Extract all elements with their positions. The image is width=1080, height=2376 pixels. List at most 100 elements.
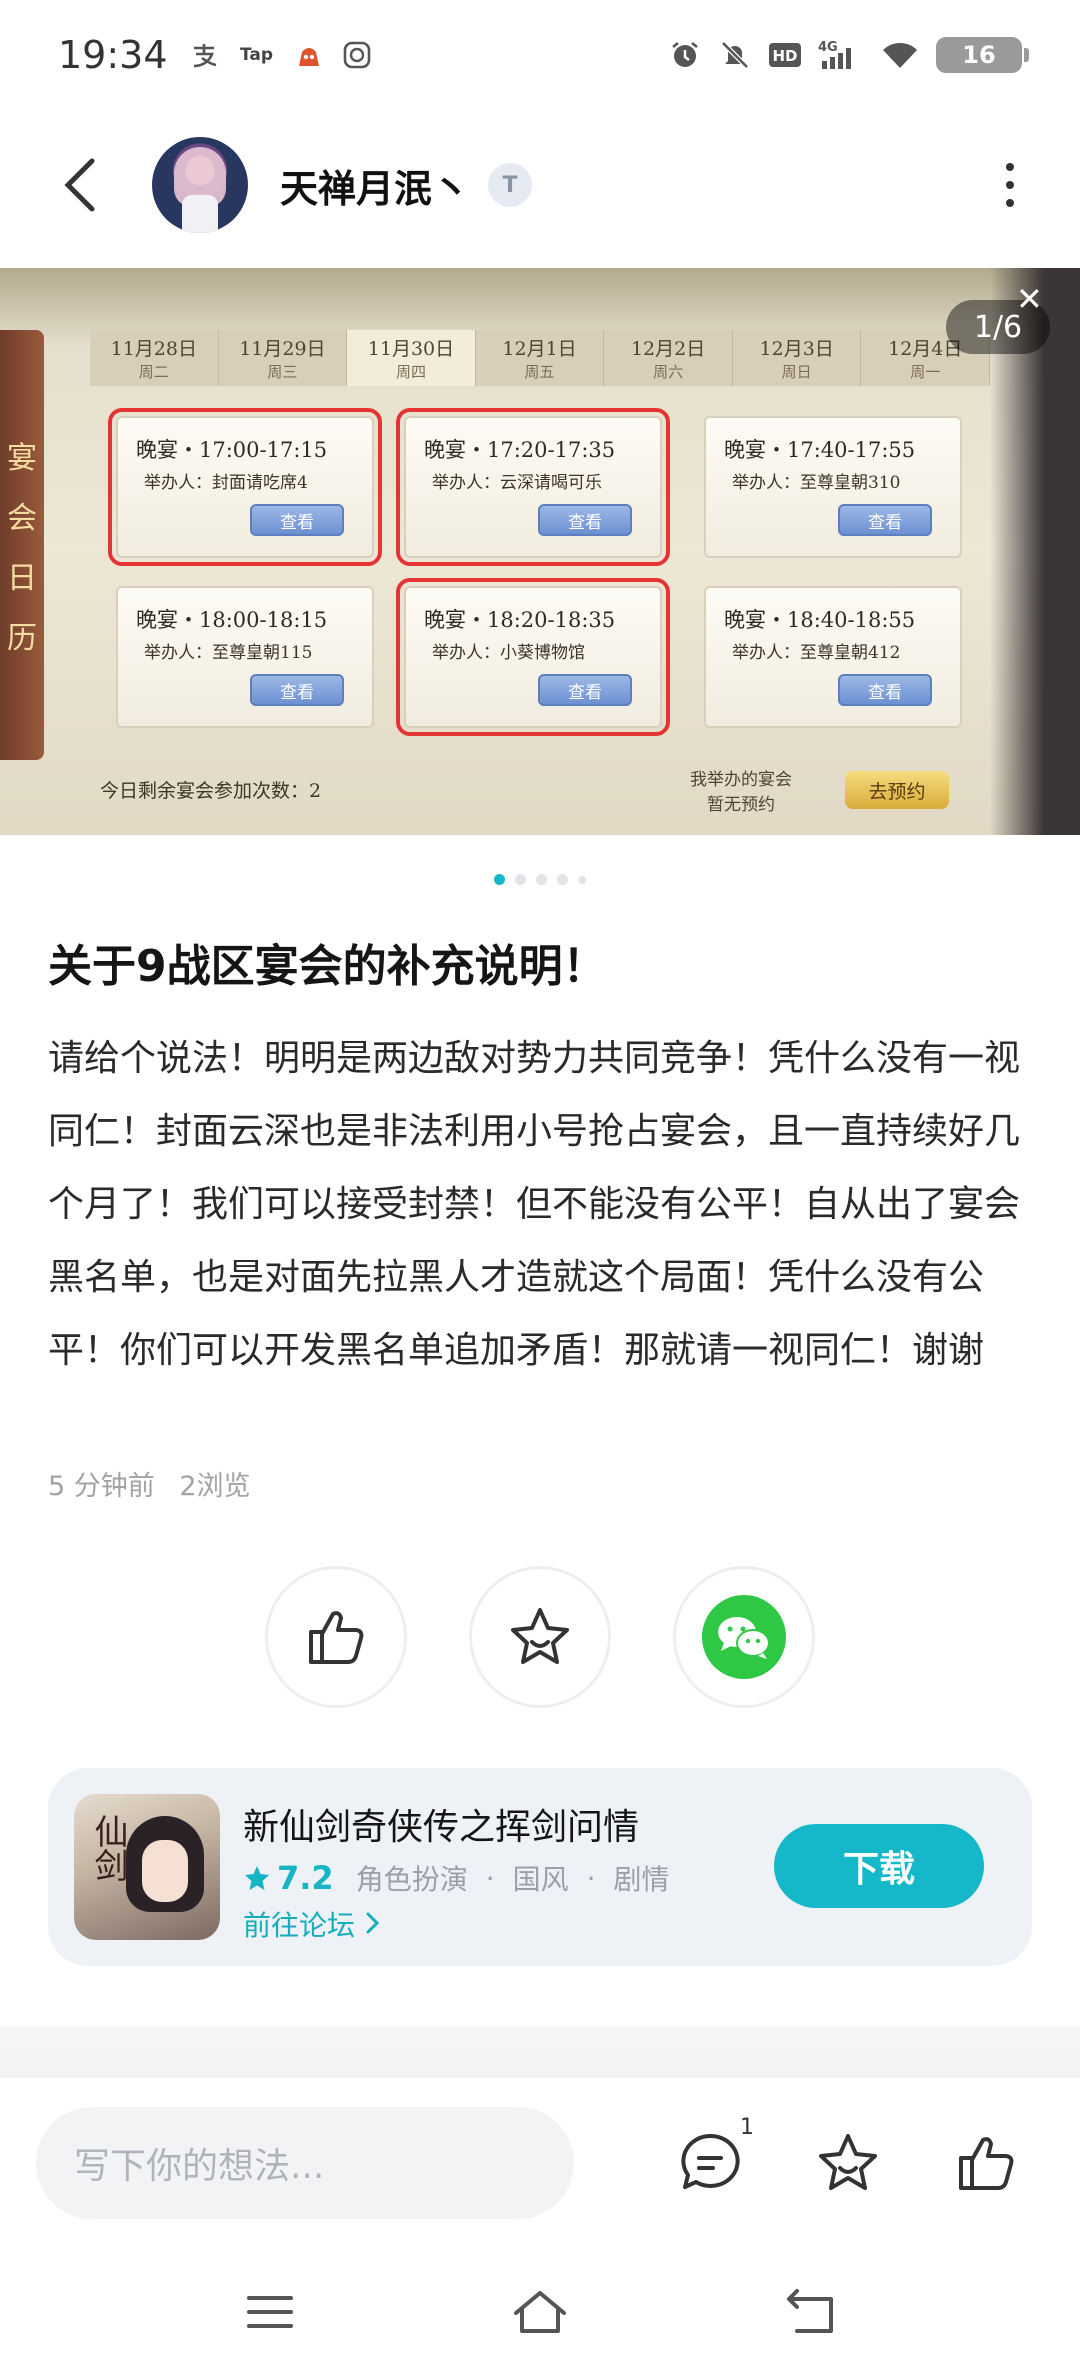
camera-icon [340, 38, 374, 72]
alarm-icon [668, 38, 702, 72]
my-feast-value: 暂无预约 [707, 795, 775, 815]
menu-icon [247, 2296, 293, 2328]
comments-button[interactable]: 1 [672, 2115, 754, 2201]
side-title-char: 宴 [7, 441, 37, 476]
section-divider [0, 2026, 1080, 2078]
game-tag: 国风 [512, 1863, 569, 1896]
feast-card: 晚宴・18:20-18:35 举办人：小葵博物馆 查看 [396, 578, 670, 736]
back-icon [787, 2289, 833, 2333]
close-icon: ✕ [1016, 280, 1043, 318]
tag-separator: · [485, 1861, 495, 1895]
more-dot-icon [1006, 181, 1014, 189]
image-carousel[interactable]: 宴 会 日 历 11月28日 周二 11月29日 周三 11月30日 周四 12月1日… [0, 268, 1080, 835]
download-button[interactable]: 下载 [774, 1824, 984, 1908]
thumbs-up-icon [309, 1611, 364, 1664]
day-date: 12月3日 [759, 338, 834, 360]
level-badge: T [488, 163, 533, 207]
feast-calendar-side-title: 宴 会 日 历 [0, 330, 44, 760]
forum-link-label: 前往论坛 [243, 1909, 364, 1942]
chevron-right-icon [366, 1912, 380, 1934]
game-icon[interactable]: 仙剑 [74, 1794, 220, 1940]
back-button[interactable] [40, 145, 120, 225]
calendar-day-selected: 11月30日周四 [347, 330, 476, 386]
day-date: 11月30日 [367, 338, 455, 360]
feast-time: 晚宴・18:20-18:35 [424, 608, 616, 632]
svg-text:HD: HD [772, 47, 797, 65]
avatar[interactable] [152, 137, 248, 233]
post-header: 天禅月泯丶 T [0, 110, 1080, 260]
more-options-button[interactable] [980, 145, 1040, 225]
post-meta: 5 分钟前 2浏览 [48, 1464, 251, 1503]
go-to-forum-link[interactable]: 前往论坛 [243, 1904, 382, 1944]
carousel-dot[interactable] [578, 875, 586, 884]
post-actions [0, 1566, 1080, 1708]
share-wechat-button[interactable] [673, 1566, 815, 1708]
remaining-feasts-text: 今日剩余宴会参加次数：2 [100, 780, 322, 802]
carousel-dot-active[interactable] [494, 874, 505, 885]
star-icon [511, 1608, 569, 1664]
home-icon [514, 2291, 566, 2333]
comment-count: 1 [740, 2115, 754, 2140]
author-name[interactable]: 天禅月泯丶 [280, 158, 470, 213]
feast-card: 晚宴・17:20-17:35 举办人：云深请喝可乐 查看 [396, 408, 670, 566]
tag-separator: · [586, 1861, 596, 1895]
feast-view-button: 查看 [250, 504, 344, 536]
day-weekday: 周三 [267, 363, 298, 381]
day-weekday: 周二 [138, 363, 169, 381]
app-icon [292, 38, 326, 72]
feast-time: 晚宴・18:40-18:55 [724, 608, 916, 632]
feast-host: 举办人：至尊皇朝115 [144, 643, 313, 663]
nav-menu-button[interactable] [235, 2277, 305, 2347]
comment-input[interactable]: 写下你的想法... [36, 2107, 574, 2219]
nav-back-button[interactable] [775, 2277, 845, 2347]
carousel-dot[interactable] [515, 874, 526, 885]
battery-indicator: 16 [936, 37, 1029, 73]
feast-card: 晚宴・17:40-17:55 举办人：至尊皇朝310 查看 [704, 416, 962, 558]
wifi-icon [880, 38, 920, 72]
comment-icon [681, 2133, 740, 2189]
calendar-day: 12月1日 周五 [475, 330, 605, 386]
calendar-day: 12月2日 周六 [604, 330, 733, 386]
feast-time: 晚宴・17:40-17:55 [724, 438, 916, 462]
carousel-dot[interactable] [557, 874, 568, 885]
book-feast-button: 去预约 [845, 771, 949, 809]
feast-host: 举办人：云深请喝可乐 [432, 473, 602, 493]
nav-home-button[interactable] [505, 2277, 575, 2347]
post-title: 关于9战区宴会的补充说明！ [48, 941, 607, 992]
like-bar-button[interactable] [948, 2125, 1024, 2201]
feast-view-button: 查看 [538, 674, 632, 706]
day-date: 11月29日 [239, 338, 326, 360]
mute-icon [718, 38, 752, 72]
side-title-char: 历 [7, 621, 37, 656]
calendar-day: 12月3日 周日 [732, 330, 862, 386]
side-title-char: 日 [7, 561, 37, 596]
day-weekday: 周四 [395, 363, 426, 381]
day-weekday: 周五 [524, 363, 555, 381]
favorite-bar-button[interactable] [810, 2125, 886, 2201]
hd-icon: HD [768, 38, 802, 72]
feast-view-button: 查看 [538, 504, 632, 536]
game-rating: 7.2 [277, 1859, 334, 1897]
day-date: 12月2日 [630, 338, 706, 360]
rating-star-icon [245, 1866, 269, 1890]
thumbs-up-icon [959, 2137, 1014, 2190]
game-card[interactable]: 仙剑 新仙剑奇侠传之挥剑问情 7.2 角色扮演 · 国风 · 剧情 前往论坛 下… [48, 1768, 1032, 1966]
feast-host: 举办人：至尊皇朝310 [732, 473, 901, 493]
feast-time: 晚宴・17:20-17:35 [424, 438, 616, 462]
status-time: 19:34 [58, 33, 168, 77]
game-tag: 剧情 [613, 1863, 670, 1896]
feast-view-button: 查看 [250, 674, 344, 706]
day-weekday: 周一 [910, 363, 941, 381]
game-name[interactable]: 新仙剑奇侠传之挥剑问情 [243, 1798, 639, 1850]
like-button[interactable] [265, 1566, 407, 1708]
feast-time: 晚宴・18:00-18:15 [136, 608, 328, 632]
chevron-left-icon [64, 158, 95, 212]
feast-card: 晚宴・18:40-18:55 举办人：至尊皇朝412 查看 [704, 586, 962, 728]
favorite-button[interactable] [469, 1566, 611, 1708]
feast-time: 晚宴・17:00-17:15 [136, 438, 328, 462]
calendar-day: 11月29日周三 [218, 330, 348, 386]
carousel-dot[interactable] [536, 874, 547, 885]
feast-host: 举办人：小葵博物馆 [432, 643, 585, 663]
feast-card: 晚宴・17:00-17:15 举办人：封面请吃席4 查看 [108, 408, 382, 566]
comment-bar: 写下你的想法... 1 [0, 2078, 1080, 2248]
